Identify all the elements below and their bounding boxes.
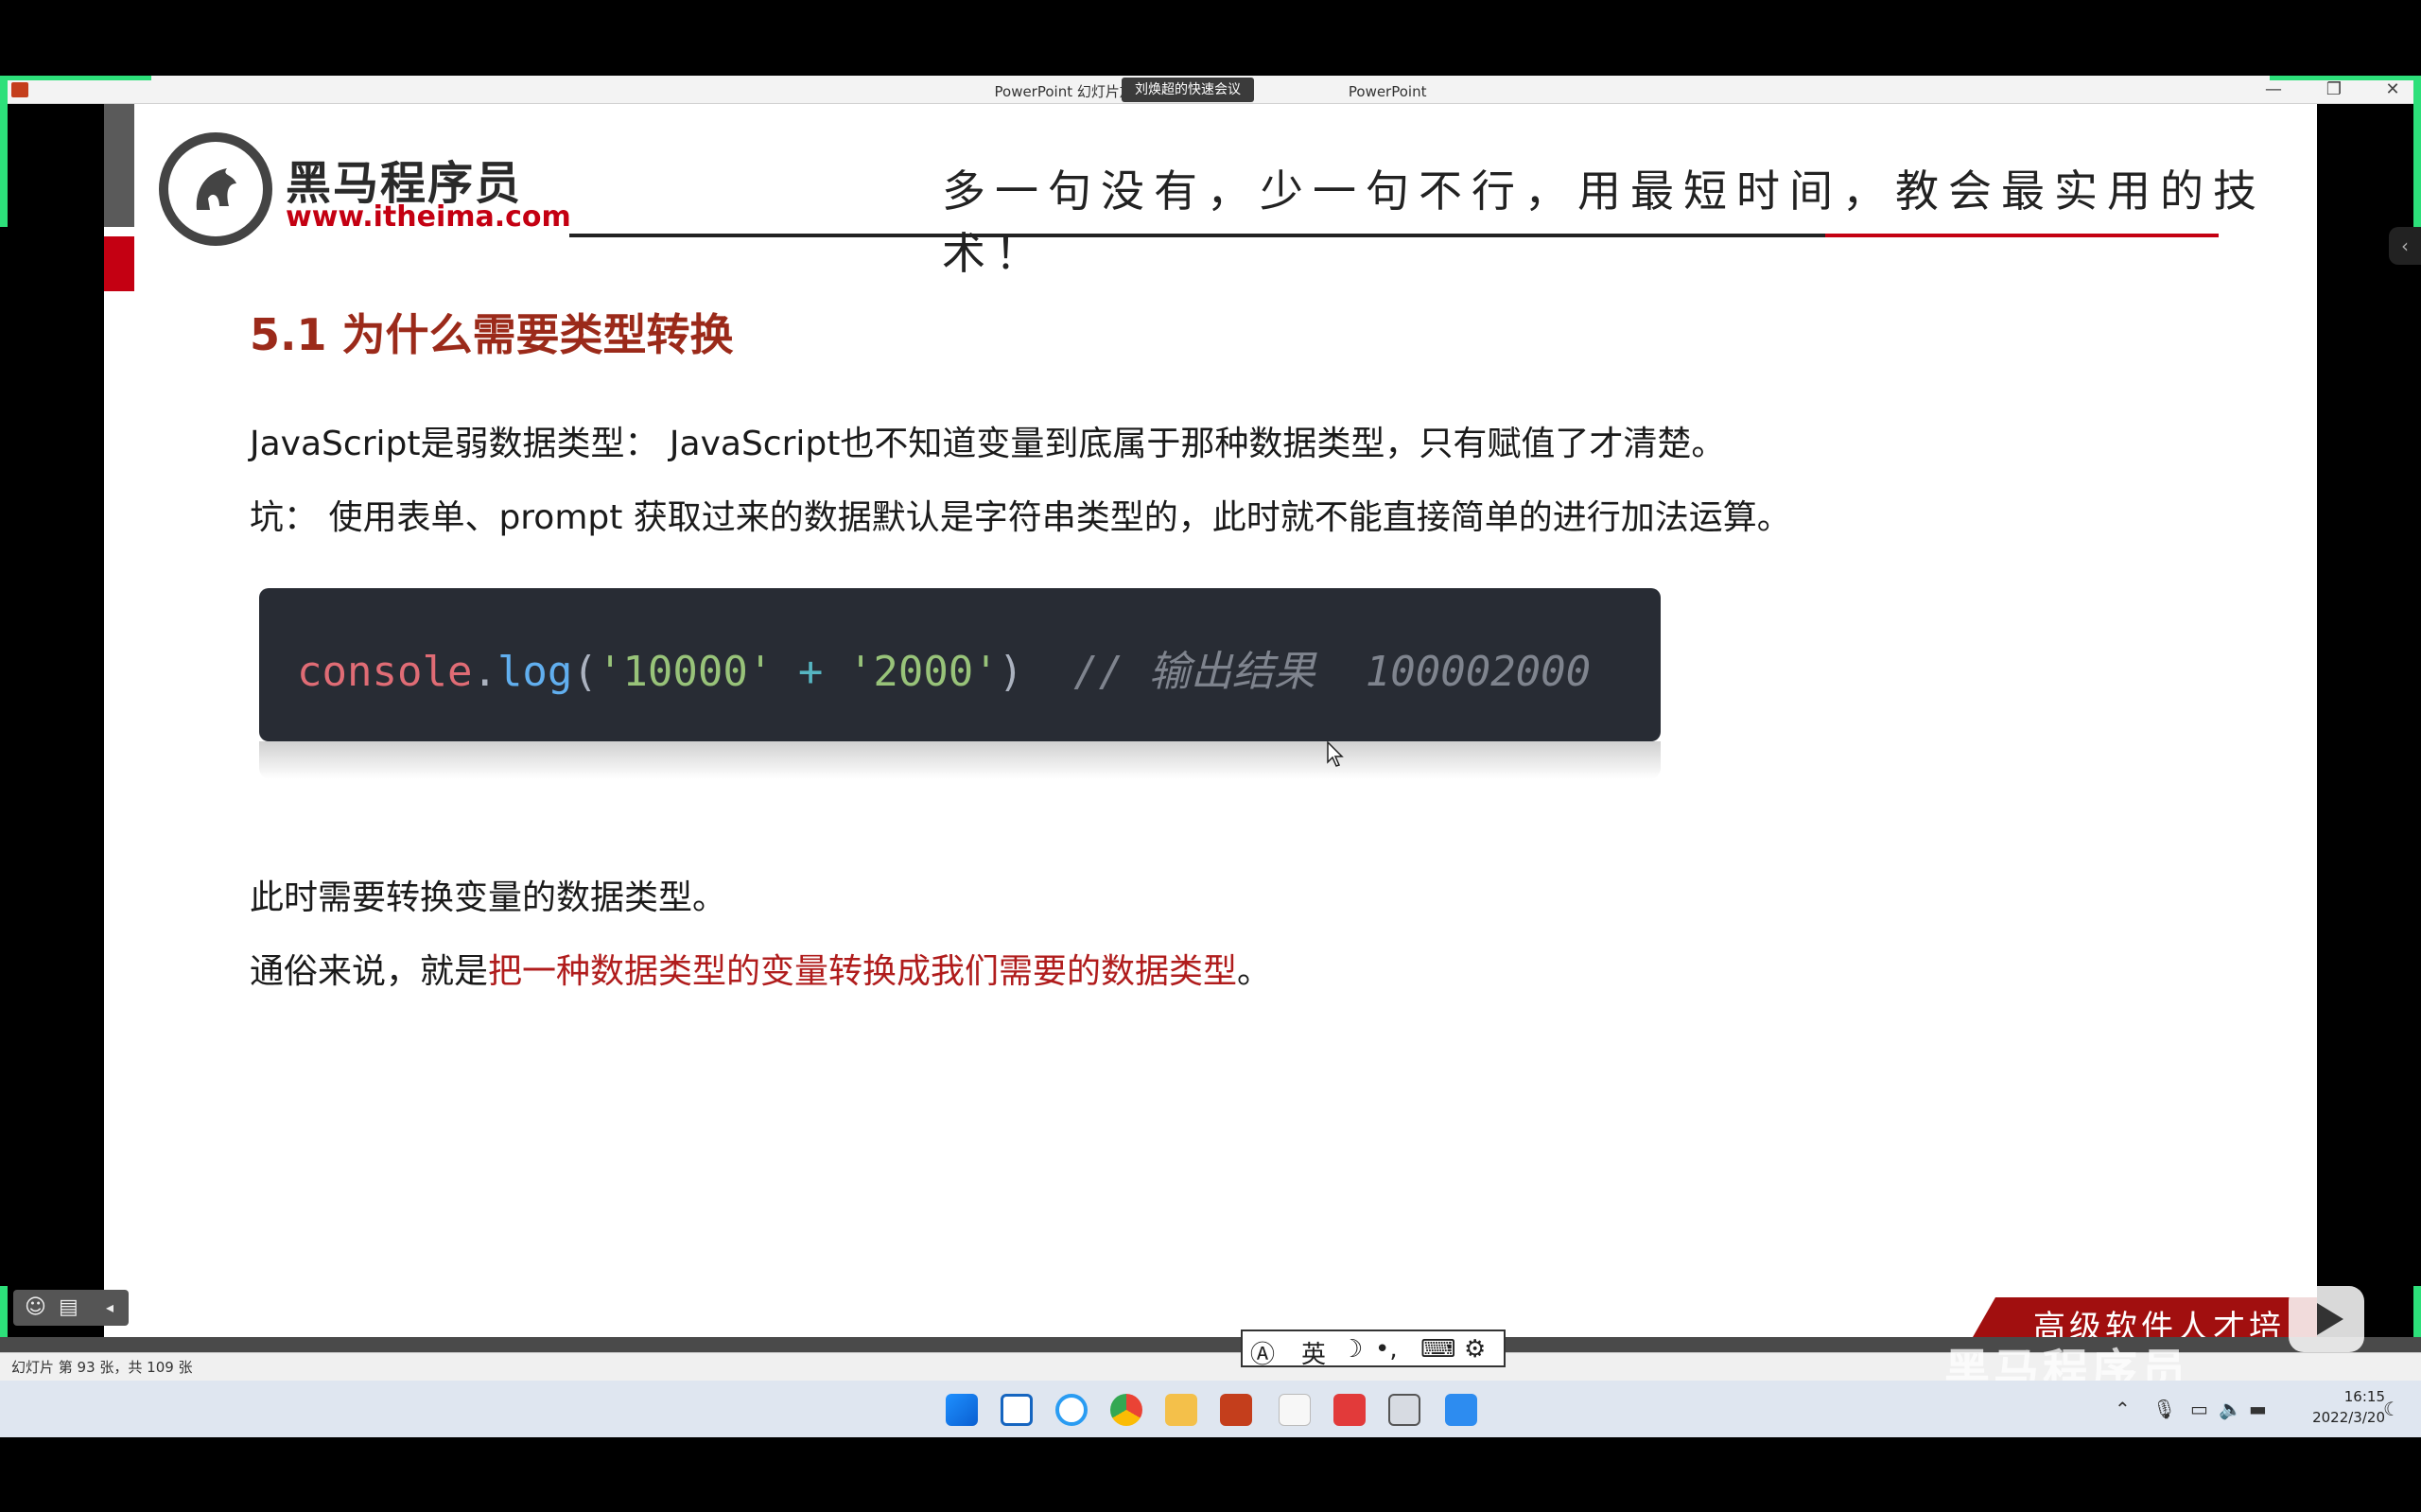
code-token-string: '2000' — [847, 648, 999, 696]
taskbar: ⌃ 🎙 ▭ 🔈 ▬ 16:15 2022/3/20 ☾ — [0, 1381, 2421, 1437]
slogan: 多一句没有，少一句不行，用最短时间，教会最实用的技术！ — [942, 165, 2266, 279]
share-border — [0, 76, 151, 80]
chevron-up-icon[interactable]: ⌃ — [2115, 1398, 2131, 1420]
meeting-tag[interactable]: 刘焕超的快速会议 — [1122, 78, 1254, 102]
horse-logo-icon — [159, 132, 272, 246]
share-border — [0, 76, 8, 227]
clock[interactable]: 16:15 2022/3/20 — [2281, 1386, 2385, 1428]
battery-icon[interactable]: ▬ — [2249, 1398, 2267, 1420]
logo-url: www.itheima.com — [286, 200, 571, 234]
code-token-function: log — [496, 648, 573, 696]
highlighted-text: 把一种数据类型的变量转换成我们需要的数据类型 — [488, 952, 1238, 991]
ime-toolbar: Ⓐ 英 ☽ •, ⌨ ⚙ — [1241, 1330, 1506, 1370]
network-tool-icon[interactable] — [1388, 1394, 1420, 1426]
share-border — [2270, 76, 2421, 80]
slide[interactable]: 黑马程序员 www.itheima.com 多一句没有，少一句不行，用最短时间，… — [104, 104, 2317, 1337]
paragraph-pitfall: 坑： 使用表单、prompt 获取过来的数据默认是字符串类型的，此时就不能直接简… — [250, 498, 1791, 537]
code-block: console.log('10000' + '2000') // 输出结果 10… — [259, 588, 1661, 741]
keyboard-icon[interactable]: ⌨ — [1420, 1335, 1456, 1364]
banner-text: 高级软件人才培训专家 — [2033, 1309, 2285, 1337]
search-app-icon[interactable] — [1055, 1394, 1088, 1426]
volume-icon[interactable]: 🔈 — [2219, 1398, 2242, 1420]
code-line: console.log('10000' + '2000') // 输出结果 10… — [297, 637, 1591, 698]
chat-icon[interactable]: ▤ — [59, 1295, 78, 1319]
code-block-shadow — [259, 741, 1661, 779]
chevron-left-icon[interactable]: ◂ — [106, 1298, 113, 1316]
paragraph-plain-explanation: 通俗来说，就是把一种数据类型的变量转换成我们需要的数据类型。 — [250, 944, 1271, 993]
restore-button[interactable]: ❐ — [2315, 78, 2353, 102]
minimize-button[interactable]: — — [2255, 78, 2292, 102]
xmind-icon[interactable] — [1333, 1394, 1366, 1426]
notification-icon[interactable]: ☾ — [2383, 1398, 2400, 1420]
moon-icon[interactable]: ☽ — [1341, 1335, 1363, 1364]
ime-logo-icon[interactable]: Ⓐ — [1250, 1335, 1275, 1370]
punctuation-icon[interactable]: •, — [1375, 1335, 1398, 1364]
code-token-comment: // 输出结果 100002000 — [1023, 648, 1592, 696]
ime-language-toggle[interactable]: 英 — [1301, 1335, 1326, 1370]
microphone-icon[interactable]: 🎙 — [2152, 1398, 2176, 1420]
paragraph-text: 。 — [1237, 952, 1272, 991]
code-token-paren-open: ( — [572, 648, 598, 696]
slideshow-toolbar: ☺ ▤ ◂ — [13, 1290, 129, 1326]
close-button[interactable]: ✕ — [2374, 78, 2412, 102]
clock-date: 2022/3/20 — [2312, 1409, 2385, 1426]
mouse-cursor-icon — [1327, 741, 1344, 767]
network-icon[interactable]: ▭ — [2190, 1398, 2208, 1420]
paragraph-weak-typing: JavaScript是弱数据类型： JavaScript也不知道变量到底属于那种… — [250, 425, 1726, 463]
clock-time: 16:15 — [2343, 1388, 2385, 1405]
slide-side-accent — [104, 236, 134, 291]
code-token-dot: . — [472, 648, 497, 696]
paragraph-text: 通俗来说，就是 — [250, 952, 489, 991]
typora-icon[interactable] — [1279, 1394, 1311, 1426]
slide-counter: 幻灯片 第 93 张，共 109 张 — [11, 1359, 193, 1376]
code-token-object: console — [297, 648, 473, 696]
start-windows-icon[interactable] — [946, 1394, 978, 1426]
meeting-app-icon[interactable] — [1445, 1394, 1477, 1426]
code-token-string: '10000' — [597, 648, 774, 696]
share-border — [2413, 76, 2421, 227]
chrome-icon[interactable] — [1110, 1394, 1142, 1426]
screen: PowerPoint 幻灯片放映 - [JavaS PowerPoint 刘焕超的… — [0, 0, 2421, 1512]
code-token-paren-close: ) — [998, 648, 1024, 696]
folder-icon[interactable] — [1165, 1394, 1197, 1426]
emoji-icon[interactable]: ☺ — [25, 1295, 46, 1319]
slogan-underline-accent — [1825, 234, 2219, 237]
window-titlebar: PowerPoint 幻灯片放映 - [JavaS PowerPoint 刘焕超的… — [0, 76, 2421, 104]
paragraph-need-conversion: 此时需要转换变量的数据类型。 — [250, 878, 727, 917]
collapse-panel-icon[interactable]: ‹ — [2389, 227, 2421, 265]
code-token-operator: + — [773, 648, 848, 696]
task-view-icon[interactable] — [1001, 1394, 1033, 1426]
settings-icon[interactable]: ⚙ — [1464, 1335, 1486, 1364]
play-icon[interactable] — [2289, 1286, 2364, 1352]
slide-side-bar — [104, 104, 134, 227]
slide-heading: 5.1 为什么需要类型转换 — [250, 309, 734, 360]
powerpoint-taskbar-icon[interactable] — [1220, 1394, 1252, 1426]
